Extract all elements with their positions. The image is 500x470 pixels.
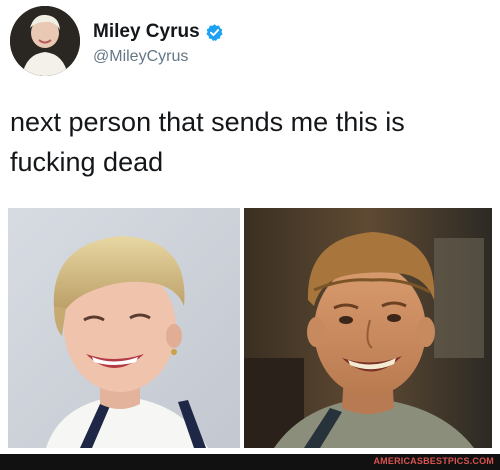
verified-badge-icon <box>205 23 224 42</box>
site-watermark[interactable]: AMERICASBESTPICS.COM <box>373 456 494 466</box>
profile-avatar[interactable] <box>10 6 80 76</box>
display-name[interactable]: Miley Cyrus <box>93 21 200 43</box>
meme-post: Miley Cyrus @MileyCyrus next person that… <box>0 0 500 470</box>
man-smiling-photo <box>244 208 492 448</box>
tweet-text: next person that sends me this is fuckin… <box>10 107 405 177</box>
woman-smiling-photo <box>8 208 240 448</box>
user-handle[interactable]: @MileyCyrus <box>93 48 188 66</box>
name-row: Miley Cyrus <box>93 20 224 44</box>
footer-bar: AMERICASBESTPICS.COM <box>0 454 500 470</box>
